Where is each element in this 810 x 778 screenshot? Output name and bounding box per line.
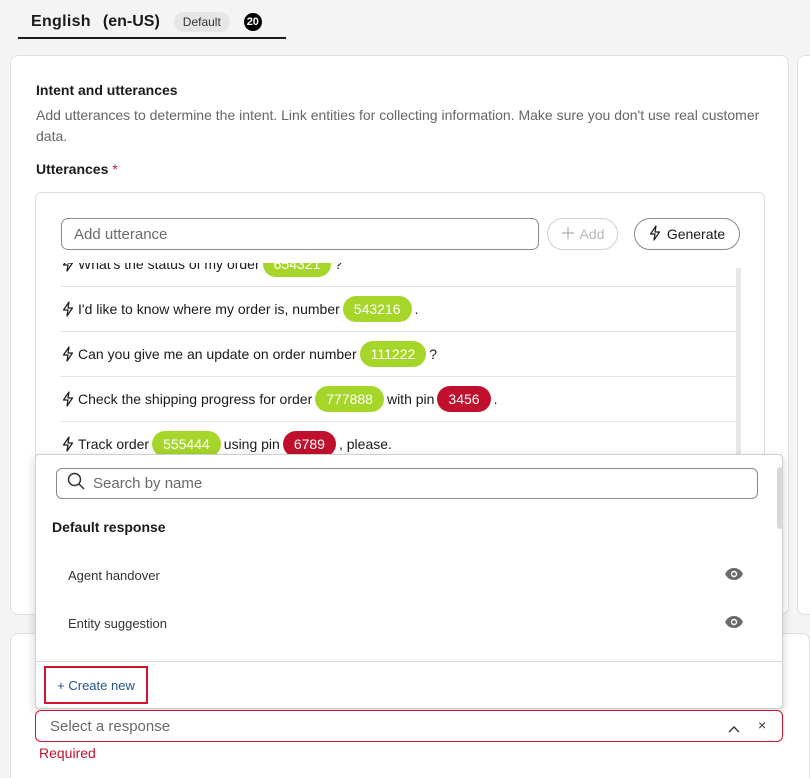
add-button[interactable]: Add xyxy=(547,218,618,250)
count-badge: 20 xyxy=(243,12,262,31)
lightning-icon xyxy=(62,346,74,362)
entity-chip[interactable]: 777888 xyxy=(315,386,384,412)
language-tab[interactable]: English (en-US) Default 20 xyxy=(18,6,286,39)
error-message: Required xyxy=(39,745,96,761)
utterance-text: ? xyxy=(429,346,438,362)
utterance-row[interactable]: Check the shipping progress for order 77… xyxy=(60,377,736,422)
dropdown-scrollbar[interactable] xyxy=(777,467,783,529)
search-field[interactable] xyxy=(56,468,758,499)
utterance-text: . xyxy=(414,301,419,317)
lightning-icon xyxy=(62,301,74,317)
entity-chip[interactable]: 111222 xyxy=(359,341,427,367)
utterance-row[interactable]: Can you give me an update on order numbe… xyxy=(60,332,736,377)
utterance-text: Can you give me an update on order numbe… xyxy=(78,346,357,362)
language-code: (en-US) xyxy=(102,12,160,30)
search-input[interactable] xyxy=(93,475,733,492)
eye-icon[interactable] xyxy=(724,615,744,632)
utterance-row[interactable]: What's the status of my order 654321 ? xyxy=(60,263,736,287)
plus-icon xyxy=(561,226,575,243)
lightning-icon xyxy=(62,391,74,407)
utterance-text: , please. xyxy=(338,436,392,452)
utterances-label: Utterances * xyxy=(36,161,118,177)
generate-button-label: Generate xyxy=(666,226,726,242)
utterance-text: . xyxy=(493,391,498,407)
group-label: Default response xyxy=(52,519,166,535)
entity-chip[interactable]: 543216 xyxy=(342,296,412,322)
entity-chip[interactable]: 3456 xyxy=(437,386,491,412)
utterance-text: ? xyxy=(334,263,343,272)
language-name: English xyxy=(31,12,91,30)
section-title: Intent and utterances xyxy=(36,82,178,98)
clear-icon[interactable]: × xyxy=(758,717,766,733)
utterance-text: using pin xyxy=(223,436,280,452)
utterance-text: I'd like to know where my order is, numb… xyxy=(78,301,340,317)
side-card xyxy=(797,55,810,615)
utterance-row[interactable]: I'd like to know where my order is, numb… xyxy=(60,287,736,332)
search-icon xyxy=(67,472,85,495)
utterance-text: Track order xyxy=(78,436,150,452)
response-dropdown: Default response Agent handover Entity s… xyxy=(35,454,783,709)
option-label: Entity suggestion xyxy=(68,615,168,631)
lightning-icon xyxy=(649,224,661,244)
eye-icon[interactable] xyxy=(724,567,744,584)
utterances-label-text: Utterances xyxy=(36,161,109,177)
lightning-icon xyxy=(62,436,74,452)
entity-chip[interactable]: 654321 xyxy=(262,263,332,277)
chevron-up-icon[interactable] xyxy=(728,720,740,737)
default-badge: Default xyxy=(173,11,230,32)
lightning-icon xyxy=(62,263,74,272)
dropdown-option[interactable]: Entity suggestion xyxy=(36,603,782,643)
response-select[interactable]: Select a response × xyxy=(35,710,783,742)
select-placeholder: Select a response xyxy=(50,717,171,735)
generate-button[interactable]: Generate xyxy=(634,218,740,250)
divider xyxy=(36,661,782,662)
add-button-label: Add xyxy=(579,226,605,242)
dropdown-option[interactable]: Agent handover xyxy=(36,555,782,595)
required-asterisk: * xyxy=(112,161,118,177)
utterance-text: Check the shipping progress for order xyxy=(78,391,313,407)
create-new-button[interactable]: + Create new xyxy=(44,666,148,704)
option-label: Agent handover xyxy=(68,567,160,583)
utterance-text: What's the status of my order xyxy=(78,263,260,272)
add-utterance-input[interactable] xyxy=(61,218,539,250)
utterance-text: with pin xyxy=(386,391,435,407)
section-description: Add utterances to determine the intent. … xyxy=(36,107,760,144)
